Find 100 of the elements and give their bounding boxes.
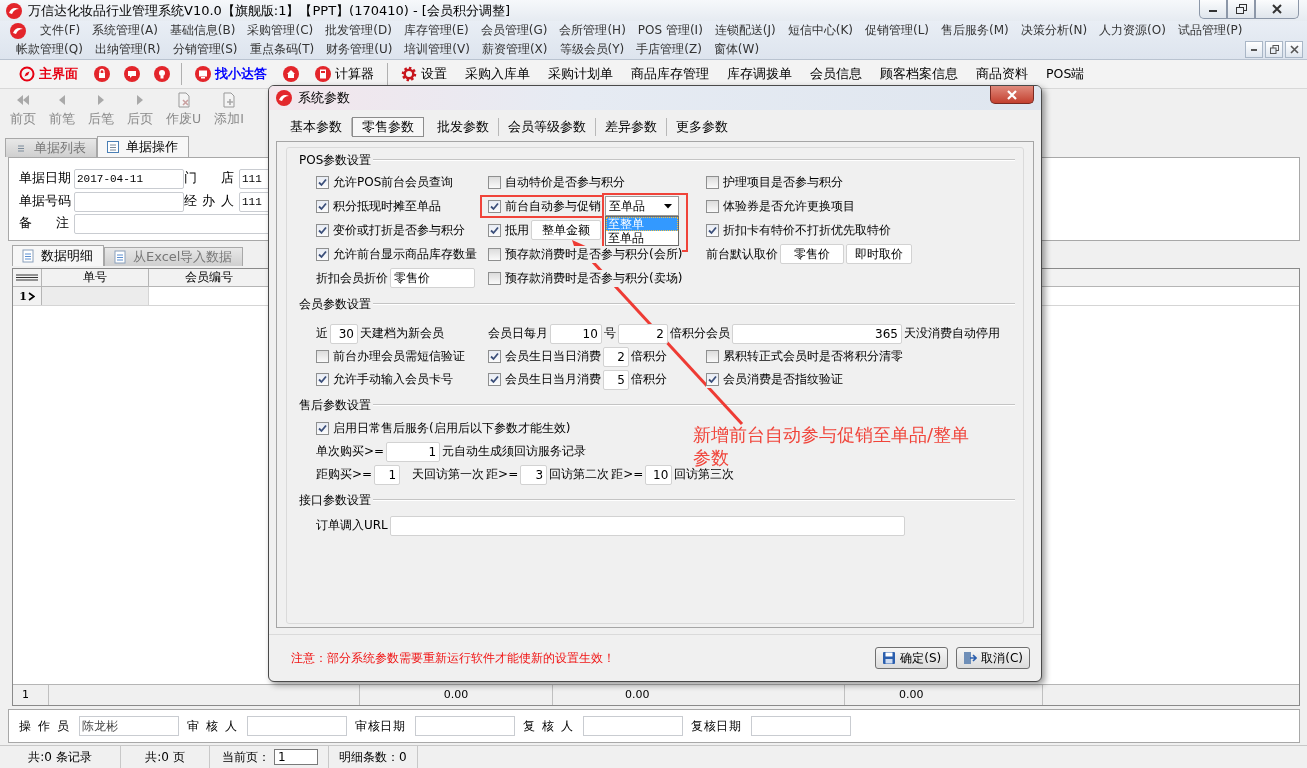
minimize-button[interactable]: [1199, 0, 1227, 19]
input-field[interactable]: 3: [520, 464, 548, 485]
tab[interactable]: 批发参数: [428, 118, 499, 136]
input-field[interactable]: 2: [603, 346, 629, 367]
menu-item[interactable]: 会员管理(G): [474, 22, 554, 39]
checkbox[interactable]: 启用日常售后服务(启用后以下参数才能生效): [316, 420, 571, 437]
checkbox[interactable]: 抵用: [488, 221, 529, 239]
tab[interactable]: 差异参数: [596, 118, 667, 136]
tab[interactable]: 零售参数: [352, 117, 424, 137]
toolbar-button[interactable]: 找小达答: [186, 62, 276, 86]
toolbar-button[interactable]: 主界面: [10, 62, 87, 86]
input-field[interactable]: [74, 191, 184, 212]
input-field[interactable]: [247, 716, 347, 736]
toolbar-button[interactable]: 库存调拨单: [718, 62, 801, 86]
toolbar-button[interactable]: 顾客档案信息: [871, 62, 967, 86]
menu-item[interactable]: 连锁配送(J): [708, 22, 782, 39]
checkbox[interactable]: 预存款消费时是否参与积分(会所): [488, 245, 683, 263]
dropdown[interactable]: 至单品: [605, 196, 679, 216]
checkbox[interactable]: 允许手动输入会员卡号: [316, 371, 453, 388]
input-field[interactable]: 30: [330, 323, 358, 344]
input-field[interactable]: 整单金额: [531, 220, 601, 240]
input-field[interactable]: 零售价: [780, 244, 844, 264]
restore-button[interactable]: [1227, 0, 1255, 19]
checkbox[interactable]: 体验券是否允许更换项目: [706, 197, 855, 215]
tab[interactable]: 会员等级参数: [499, 118, 596, 136]
toolbar-button[interactable]: 会员信息: [801, 62, 871, 86]
checkbox[interactable]: 会员生日当日消费: [488, 348, 601, 365]
input-field[interactable]: 2: [617, 323, 668, 344]
menu-item[interactable]: 人力资源(O): [1093, 22, 1172, 39]
menu-item[interactable]: 窗体(W): [707, 41, 766, 58]
tab[interactable]: 单据操作: [97, 136, 189, 157]
menu-item[interactable]: 薪资管理(X): [475, 41, 554, 58]
menu-item[interactable]: 帐款管理(Q): [10, 41, 89, 58]
menu-item[interactable]: 促销管理(L): [859, 22, 936, 39]
minimize-button[interactable]: [1245, 41, 1263, 58]
menu-item[interactable]: 培训管理(V): [398, 41, 476, 58]
page-field[interactable]: 1: [274, 749, 318, 765]
input-field[interactable]: 10: [550, 323, 602, 344]
ok-button[interactable]: 确定(S): [875, 647, 949, 669]
toolbar-button[interactable]: 商品资料: [967, 62, 1037, 86]
input-field[interactable]: 1: [374, 464, 401, 485]
menu-item[interactable]: 会所管理(H): [553, 22, 632, 39]
menu-item[interactable]: 系统管理(A): [86, 22, 164, 39]
checkbox[interactable]: 积分抵现时摊至单品: [316, 197, 441, 215]
checkbox[interactable]: 前台办理会员需短信验证: [316, 348, 465, 365]
menu-item[interactable]: 文件(F): [34, 22, 87, 39]
checkbox[interactable]: 允许POS前台会员查询: [316, 173, 454, 191]
toolbar-button[interactable]: 采购入库单: [456, 62, 539, 86]
window-title: 万信达化妆品行业管理系统V10.0【旗舰版:1】【PPT】(170410) - [会员积分调整]: [28, 1, 510, 20]
save-icon: [882, 651, 897, 665]
cancel-button[interactable]: 取消(C): [956, 647, 1030, 669]
input-field[interactable]: 10: [645, 464, 673, 485]
close-button[interactable]: [1255, 0, 1299, 19]
menu-item[interactable]: 财务管理(U): [320, 41, 399, 58]
input-field[interactable]: 零售价: [390, 268, 475, 288]
checkbox[interactable]: 护理项目是否参与积分: [706, 173, 843, 191]
menu-item[interactable]: 试品管理(P): [1171, 22, 1249, 39]
menu-item[interactable]: 售后服务(M): [935, 22, 1015, 39]
menu-item[interactable]: POS 管理(I): [631, 22, 709, 39]
menu-item[interactable]: 采购管理(C): [241, 22, 320, 39]
tab[interactable]: 更多参数: [667, 118, 737, 136]
checkbox[interactable]: 变价或打折是否参与积分: [316, 221, 465, 239]
checkbox[interactable]: 累积转正式会员时是否将积分清零: [706, 348, 903, 365]
toolbar-button[interactable]: 商品库存管理: [622, 62, 718, 86]
close-button[interactable]: [1285, 41, 1303, 58]
checkbox[interactable]: 自动特价是否参与积分: [488, 173, 625, 191]
table-cell[interactable]: [42, 287, 149, 305]
tab[interactable]: 数据明细: [12, 245, 104, 266]
menu-item[interactable]: 库存管理(E): [397, 22, 475, 39]
input-field[interactable]: 2017-04-11: [74, 168, 184, 189]
menu-item[interactable]: 手店管理(Z): [630, 41, 708, 58]
toolbar-button[interactable]: 采购计划单: [539, 62, 622, 86]
input-field[interactable]: [583, 716, 683, 736]
input-field[interactable]: [389, 515, 905, 536]
input-field[interactable]: 即时取价: [846, 244, 912, 264]
checkbox[interactable]: 预存款消费时是否参与积分(卖场): [488, 269, 683, 287]
input-field[interactable]: [751, 716, 851, 736]
close-button[interactable]: [990, 86, 1034, 104]
restore-button[interactable]: [1265, 41, 1283, 58]
menu-item[interactable]: 基础信息(B): [163, 22, 242, 39]
menu-item[interactable]: 重点条码(T): [243, 41, 321, 58]
checkbox[interactable]: 允许前台显示商品库存数量: [316, 245, 477, 263]
toolbar-button[interactable]: POS端: [1037, 62, 1094, 86]
input-field[interactable]: 陈龙彬: [79, 716, 179, 736]
checkbox[interactable]: 会员消费是否指纹验证: [706, 371, 843, 388]
toolbar-button[interactable]: 设置: [392, 62, 456, 86]
dropdown-option[interactable]: 至单品: [606, 231, 678, 245]
input-field[interactable]: [415, 716, 515, 736]
input-field[interactable]: 1: [386, 441, 441, 462]
checkbox[interactable]: 会员生日当月消费: [488, 371, 601, 388]
menu-item[interactable]: 出纳管理(R): [88, 41, 167, 58]
menu-item[interactable]: 等级会员(Y): [553, 41, 631, 58]
menu-item[interactable]: 批发管理(D): [319, 22, 398, 39]
checkbox[interactable]: 折扣卡有特价不打折优先取特价: [706, 221, 891, 239]
menu-item[interactable]: 短信中心(K): [781, 22, 859, 39]
menu-item[interactable]: 分销管理(S): [166, 41, 244, 58]
checkbox[interactable]: 前台自动参与促销: [488, 197, 601, 215]
input-field[interactable]: 365: [732, 323, 902, 344]
input-field[interactable]: 5: [603, 369, 629, 390]
menu-item[interactable]: 决策分析(N): [1014, 22, 1094, 39]
